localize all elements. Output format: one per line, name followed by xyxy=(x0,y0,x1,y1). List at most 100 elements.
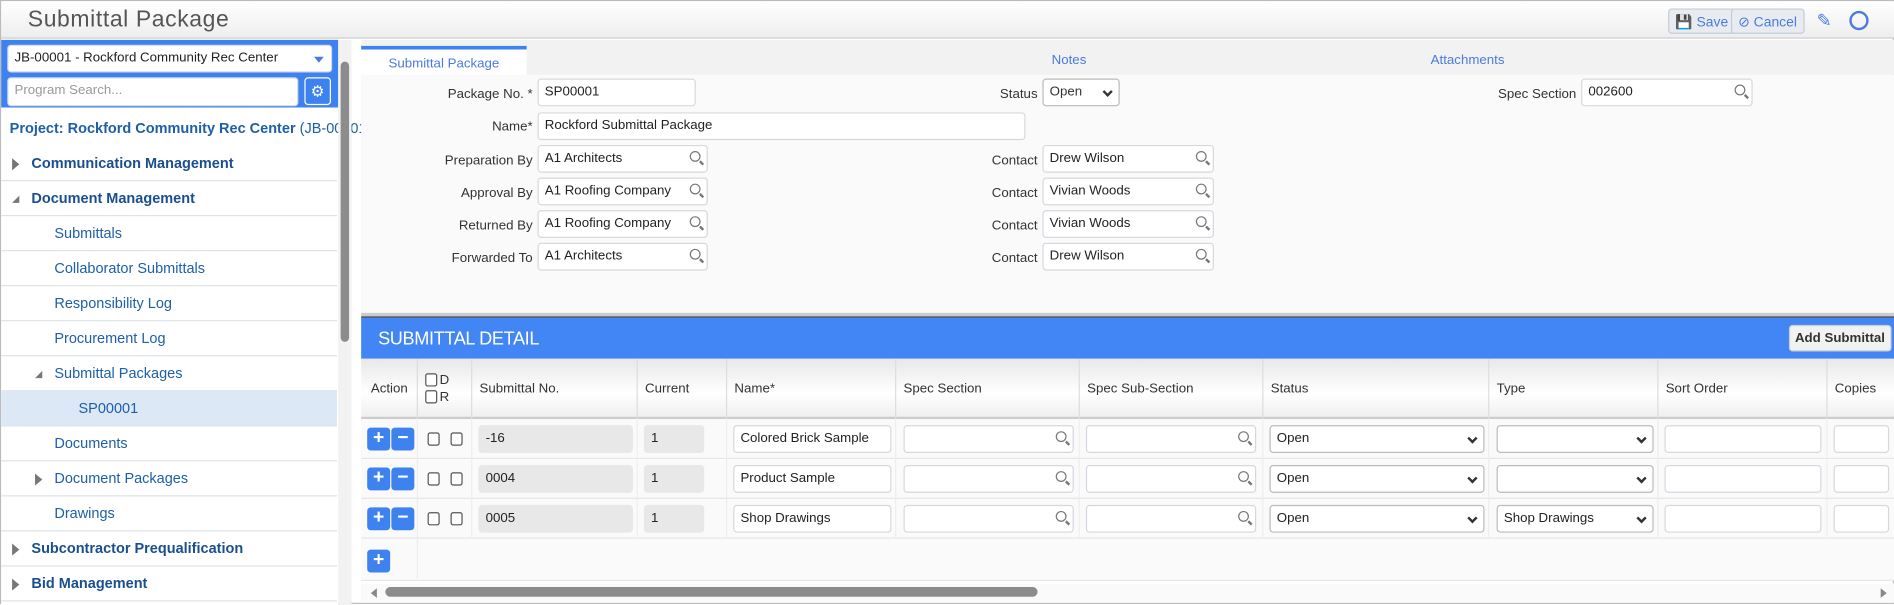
cancel-button[interactable]: ⊘ Cancel xyxy=(1730,8,1805,34)
add-row-button[interactable]: + xyxy=(367,427,391,451)
search-icon[interactable] xyxy=(1195,216,1207,228)
type-select[interactable]: Shop Drawings xyxy=(1496,504,1654,533)
copies-input[interactable] xyxy=(1833,504,1890,533)
remove-row-button[interactable]: − xyxy=(391,467,415,491)
r-checkbox[interactable] xyxy=(450,512,463,526)
scrollbar-thumb[interactable] xyxy=(385,587,1038,597)
search-icon[interactable] xyxy=(1195,183,1207,195)
program-search-input[interactable]: Program Search... xyxy=(7,77,299,107)
search-icon[interactable] xyxy=(1238,510,1249,522)
sidebar-item[interactable]: Documents xyxy=(1,426,338,462)
contact-input[interactable]: Vivian Woods xyxy=(1042,177,1214,206)
party-input[interactable]: A1 Roofing Company xyxy=(537,210,708,238)
spec-section-input[interactable] xyxy=(903,465,1074,493)
current-cycle-field[interactable]: 1 xyxy=(643,504,705,533)
sort-order-input[interactable] xyxy=(1664,504,1822,533)
sidebar-item[interactable]: Responsibility Log xyxy=(1,286,338,322)
sort-order-input[interactable] xyxy=(1664,465,1822,493)
sort-order-input[interactable] xyxy=(1664,425,1822,453)
name-input[interactable]: Product Sample xyxy=(733,465,892,493)
package-no-input[interactable]: SP00001 xyxy=(537,78,696,107)
spec-section-input[interactable]: 002600 xyxy=(1581,78,1753,107)
add-row-button[interactable]: + xyxy=(367,467,391,491)
name-input[interactable]: Rockford Submittal Package xyxy=(537,112,1026,141)
sidebar-item[interactable]: Bid Management xyxy=(1,567,338,602)
search-icon[interactable] xyxy=(1195,150,1207,162)
tab-attachments[interactable]: Attachments xyxy=(1371,46,1564,75)
copies-input[interactable] xyxy=(1833,465,1890,493)
party-input[interactable]: A1 Roofing Company xyxy=(537,177,708,206)
sidebar-item[interactable]: Subcontractor Prequalification xyxy=(1,531,338,567)
search-icon[interactable] xyxy=(1238,431,1249,443)
search-icon[interactable] xyxy=(1195,248,1207,260)
scroll-right-icon[interactable] xyxy=(1880,588,1887,598)
search-icon[interactable] xyxy=(689,248,701,260)
header-checkbox[interactable] xyxy=(425,373,438,387)
d-checkbox[interactable] xyxy=(427,512,440,526)
caret-right-icon[interactable] xyxy=(12,543,20,556)
current-cycle-field[interactable]: 1 xyxy=(643,425,705,453)
party-input[interactable]: A1 Architects xyxy=(537,144,708,173)
remove-row-button[interactable]: − xyxy=(391,507,415,531)
contact-input[interactable]: Vivian Woods xyxy=(1042,210,1214,238)
contact-input[interactable]: Drew Wilson xyxy=(1042,242,1214,271)
spec-sub-section-input[interactable] xyxy=(1085,425,1257,453)
spec-sub-section-input[interactable] xyxy=(1085,504,1257,533)
sidebar-item[interactable]: Submittal Packages xyxy=(1,356,338,392)
horizontal-scrollbar[interactable] xyxy=(361,583,1894,603)
contact-input[interactable]: Drew Wilson xyxy=(1042,144,1214,173)
tab-submittal-package[interactable]: Submittal Package xyxy=(361,45,527,75)
status-select[interactable]: Open xyxy=(1042,78,1120,107)
sidebar-item[interactable]: Procurement Log xyxy=(1,321,338,357)
current-cycle-field[interactable]: 1 xyxy=(643,465,705,493)
party-input[interactable]: A1 Architects xyxy=(537,242,708,271)
submittal-no-field[interactable]: 0005 xyxy=(478,504,633,533)
d-checkbox[interactable] xyxy=(427,472,440,486)
type-select[interactable] xyxy=(1496,425,1654,453)
type-select[interactable] xyxy=(1496,465,1654,493)
spec-section-input[interactable] xyxy=(903,425,1074,453)
name-input[interactable]: Colored Brick Sample xyxy=(733,425,892,453)
user-avatar-icon[interactable] xyxy=(1849,10,1869,31)
sidebar-item[interactable]: Drawings xyxy=(1,496,338,532)
submittal-no-field[interactable]: 0004 xyxy=(478,465,633,493)
status-select[interactable]: Open xyxy=(1269,425,1485,453)
name-input[interactable]: Shop Drawings xyxy=(733,504,892,533)
spec-section-input[interactable] xyxy=(903,504,1074,533)
r-checkbox[interactable] xyxy=(450,432,463,446)
search-icon[interactable] xyxy=(1055,431,1067,443)
caret-down-icon[interactable] xyxy=(35,370,43,379)
header-checkbox[interactable] xyxy=(425,390,438,404)
add-row-button[interactable]: + xyxy=(367,549,391,573)
status-select[interactable]: Open xyxy=(1269,465,1485,493)
search-icon[interactable] xyxy=(689,216,701,228)
scroll-left-icon[interactable] xyxy=(370,588,377,598)
caret-down-icon[interactable] xyxy=(12,195,20,203)
search-icon[interactable] xyxy=(689,150,701,162)
search-icon[interactable] xyxy=(1055,510,1067,522)
search-icon[interactable] xyxy=(1734,84,1746,96)
edit-icon[interactable]: ✎ xyxy=(1817,10,1832,32)
tab-notes[interactable]: Notes xyxy=(989,46,1148,75)
caret-right-icon[interactable] xyxy=(12,158,20,171)
search-icon[interactable] xyxy=(689,183,701,195)
remove-row-button[interactable]: − xyxy=(391,427,415,451)
add-submittal-button[interactable]: Add Submittal xyxy=(1788,324,1892,352)
search-icon[interactable] xyxy=(1238,471,1249,482)
sidebar-item[interactable]: Submittals xyxy=(1,216,338,252)
d-checkbox[interactable] xyxy=(427,432,440,446)
add-row-button[interactable]: + xyxy=(367,507,391,531)
project-select[interactable]: JB-00001 - Rockford Community Rec Center xyxy=(7,44,333,73)
sidebar-item[interactable]: SP00001 xyxy=(1,391,338,427)
sidebar-item[interactable]: Document Management xyxy=(1,181,338,217)
copies-input[interactable] xyxy=(1833,425,1890,453)
caret-right-icon[interactable] xyxy=(12,578,20,591)
scrollbar-thumb[interactable] xyxy=(340,61,350,342)
status-select[interactable]: Open xyxy=(1269,504,1485,533)
save-button[interactable]: 💾 Save xyxy=(1668,8,1736,34)
caret-right-icon[interactable] xyxy=(35,473,43,486)
r-checkbox[interactable] xyxy=(450,472,463,486)
search-icon[interactable] xyxy=(1055,471,1067,482)
sidebar-item[interactable]: Communication Management xyxy=(1,146,338,182)
submittal-no-field[interactable]: -16 xyxy=(478,425,633,453)
